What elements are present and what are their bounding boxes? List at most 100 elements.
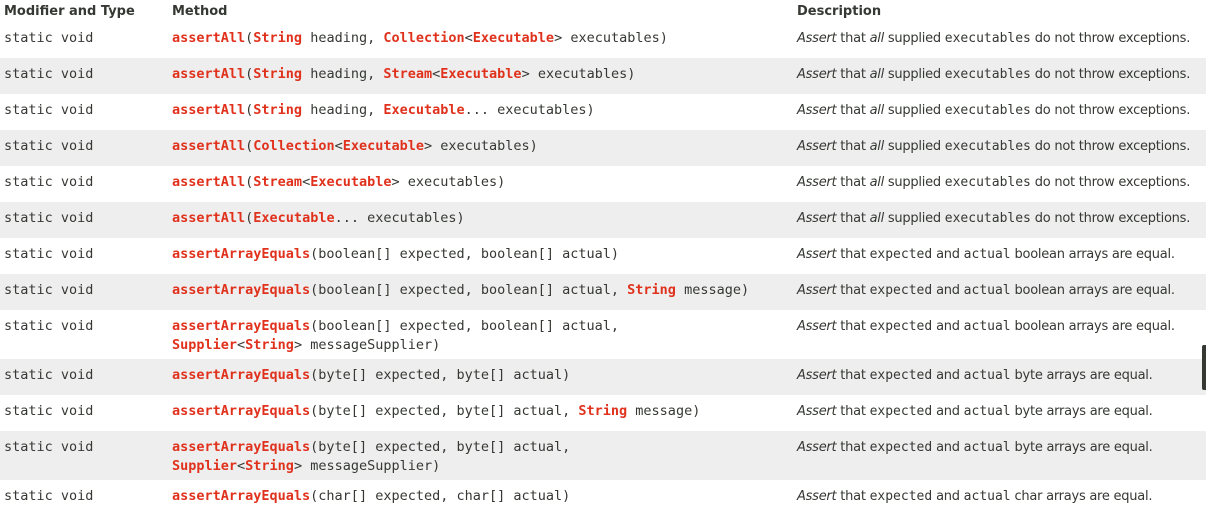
description-text: Assert [797, 440, 837, 455]
method-cell: assertAll(Executable... executables) [168, 202, 793, 238]
description-text: supplied [884, 67, 945, 82]
description-text: Assert [797, 489, 837, 504]
description-text: expected [869, 319, 933, 334]
type-link[interactable]: Collection [383, 30, 464, 46]
table-row: static void assertAll(Stream<Executable> … [0, 166, 1206, 202]
method-cell: assertAll(Collection<Executable> executa… [168, 130, 793, 166]
method-link[interactable]: assertAll [172, 174, 245, 190]
description-text: Assert [797, 67, 837, 82]
type-link[interactable]: Executable [440, 66, 521, 82]
type-link[interactable]: String [253, 66, 302, 82]
type-link[interactable]: String [245, 458, 294, 474]
modifier-cell: static void [4, 403, 94, 419]
table-row: static void assertAll(String heading, Exe… [0, 94, 1206, 130]
table-row: static void assertArrayEquals(byte[] expe… [0, 359, 1206, 395]
description-text: boolean arrays are equal. [1010, 283, 1175, 298]
description-text: that [836, 489, 870, 504]
description-text: do not throw exceptions. [1030, 103, 1191, 118]
table-row: static void assertArrayEquals(boolean[] e… [0, 310, 1206, 359]
method-link[interactable]: assertArrayEquals [172, 403, 310, 419]
method-cell: assertArrayEquals(boolean[] expected, bo… [168, 274, 793, 310]
method-link[interactable]: assertArrayEquals [172, 318, 310, 334]
method-params: (byte[] expected, byte[] actual, [310, 439, 571, 455]
method-link[interactable]: assertAll [172, 102, 245, 118]
description-cell: Assert that all supplied executables do … [793, 202, 1206, 238]
type-link[interactable]: Collection [253, 138, 334, 154]
description-cell: Assert that expected and actual byte arr… [793, 431, 1206, 480]
method-cell: assertAll(String heading, Stream<Executa… [168, 58, 793, 94]
table-row: static void assertArrayEquals(boolean[] e… [0, 274, 1206, 310]
description-cell: Assert that expected and actual byte arr… [793, 395, 1206, 431]
method-params: > messageSupplier) [293, 458, 441, 474]
type-link[interactable]: Supplier [172, 337, 237, 353]
description-text: all [869, 175, 885, 190]
table-row: static void assertArrayEquals(boolean[] e… [0, 238, 1206, 274]
type-link[interactable]: Stream [383, 66, 432, 82]
type-link[interactable]: String [627, 282, 676, 298]
description-text: Assert [797, 319, 837, 334]
method-params: (char[] expected, char[] actual) [310, 488, 571, 504]
method-link[interactable]: assertArrayEquals [172, 439, 310, 455]
type-link[interactable]: Executable [253, 210, 334, 226]
description-text: do not throw exceptions. [1030, 175, 1191, 190]
type-link[interactable]: Executable [310, 174, 391, 190]
description-text: do not throw exceptions. [1030, 67, 1191, 82]
description-cell: Assert that expected and actual boolean … [793, 310, 1206, 359]
method-link[interactable]: assertAll [172, 138, 245, 154]
type-link[interactable]: Executable [473, 30, 554, 46]
method-cell: assertArrayEquals(byte[] expected, byte[… [168, 395, 793, 431]
method-link[interactable]: assertAll [172, 210, 245, 226]
method-link[interactable]: assertArrayEquals [172, 488, 310, 504]
type-link[interactable]: Executable [343, 138, 424, 154]
type-link[interactable]: String [578, 403, 627, 419]
scrollbar-thumb[interactable] [1202, 345, 1206, 390]
type-link[interactable]: String [245, 337, 294, 353]
method-cell: assertAll(Stream<Executable> executables… [168, 166, 793, 202]
description-text: all [869, 103, 885, 118]
modifier-cell: static void [4, 174, 94, 190]
description-text: byte arrays are equal. [1010, 368, 1153, 383]
method-params: message) [627, 403, 701, 419]
description-text: supplied [884, 139, 945, 154]
table-row: static void assertAll(Executable... execu… [0, 202, 1206, 238]
description-text: expected [869, 404, 933, 419]
description-text: that [836, 67, 870, 82]
description-cell: Assert that all supplied executables do … [793, 94, 1206, 130]
description-text: actual [963, 404, 1011, 419]
description-cell: Assert that expected and actual byte arr… [793, 359, 1206, 395]
header-modifier: Modifier and Type [4, 3, 135, 19]
description-text: and [932, 283, 964, 298]
modifier-cell: static void [4, 367, 94, 383]
description-text: executables [944, 175, 1031, 190]
method-cell: assertArrayEquals(boolean[] expected, bo… [168, 238, 793, 274]
description-text: supplied [884, 175, 945, 190]
method-summary-table: Modifier and Type Method Description sta… [0, 0, 1206, 516]
header-description: Description [797, 3, 882, 19]
description-text: boolean arrays are equal. [1010, 319, 1175, 334]
description-text: supplied [884, 103, 945, 118]
modifier-cell: static void [4, 282, 94, 298]
method-params: (boolean[] expected, boolean[] actual) [310, 246, 620, 262]
description-text: and [932, 368, 964, 383]
method-link[interactable]: assertAll [172, 66, 245, 82]
description-text: byte arrays are equal. [1010, 440, 1153, 455]
method-params: ... executables) [464, 102, 595, 118]
type-link[interactable]: Supplier [172, 458, 237, 474]
method-params: < [302, 174, 311, 190]
type-link[interactable]: String [253, 102, 302, 118]
method-params: (byte[] expected, byte[] actual) [310, 367, 571, 383]
type-link[interactable]: Executable [383, 102, 464, 118]
description-text: and [932, 440, 964, 455]
method-params: > executables) [554, 30, 668, 46]
description-text: actual [963, 247, 1011, 262]
method-link[interactable]: assertArrayEquals [172, 246, 310, 262]
method-link[interactable]: assertArrayEquals [172, 367, 310, 383]
type-link[interactable]: Stream [253, 174, 302, 190]
description-text: Assert [797, 103, 837, 118]
description-text: actual [963, 283, 1011, 298]
type-link[interactable]: String [253, 30, 302, 46]
description-text: Assert [797, 283, 837, 298]
description-text: actual [963, 489, 1011, 504]
method-link[interactable]: assertArrayEquals [172, 282, 310, 298]
method-link[interactable]: assertAll [172, 30, 245, 46]
